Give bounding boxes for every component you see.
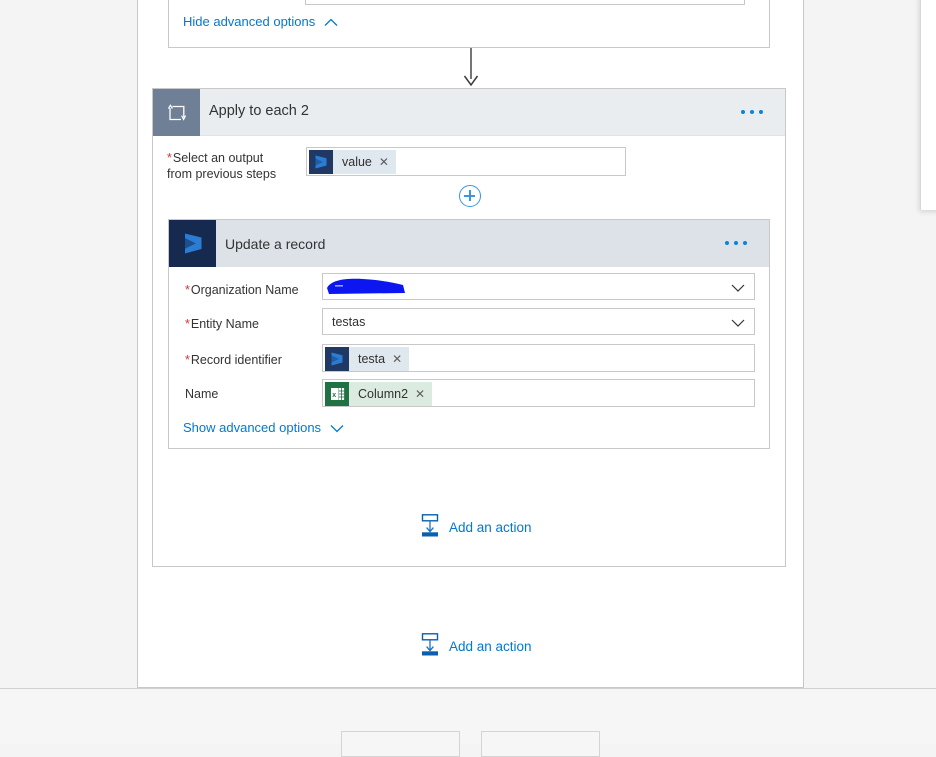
ellipsis-dot — [750, 110, 754, 114]
excel-icon: x — [325, 382, 349, 406]
add-an-action-inner[interactable]: Add an action — [420, 514, 532, 540]
previous-action-card: Hide advanced options — [168, 0, 770, 48]
token-testa-text: testa — [358, 352, 386, 366]
required-asterisk: * — [167, 151, 172, 165]
show-advanced-options-label: Show advanced options — [183, 420, 322, 435]
bottom-button-2[interactable] — [481, 731, 600, 757]
close-icon[interactable]: ✕ — [379, 156, 389, 168]
entity-name-dropdown[interactable]: testas — [322, 308, 755, 335]
dynamics365-icon — [309, 150, 333, 174]
apply-to-each-menu-button[interactable] — [741, 110, 763, 114]
name-input[interactable]: x Column2 ✕ — [322, 379, 755, 407]
token-column2[interactable]: x Column2 ✕ — [325, 382, 433, 406]
required-asterisk: * — [185, 317, 190, 331]
bottom-button-1[interactable] — [341, 731, 460, 757]
chevron-down-icon[interactable] — [731, 316, 745, 329]
entity-name-label: *Entity Name — [185, 317, 259, 331]
hide-advanced-options-label: Hide advanced options — [183, 14, 316, 29]
ellipsis-dot — [741, 110, 745, 114]
svg-text:x: x — [332, 392, 336, 399]
apply-to-each-header[interactable]: Apply to each 2 — [153, 89, 785, 136]
organization-name-redaction — [325, 276, 407, 295]
add-an-action-inner-label: Add an action — [449, 519, 532, 535]
ellipsis-dot — [725, 241, 729, 245]
ellipsis-dot — [759, 110, 763, 114]
token-testa[interactable]: testa ✕ — [325, 347, 410, 371]
add-an-action-outer-label: Add an action — [449, 638, 532, 654]
show-advanced-options-toggle[interactable]: Show advanced options — [183, 420, 344, 436]
token-value[interactable]: value ✕ — [309, 150, 396, 174]
right-side-panel — [920, 0, 936, 210]
token-column2-body: Column2 ✕ — [349, 382, 433, 406]
record-identifier-input[interactable]: testa ✕ — [322, 344, 755, 372]
update-a-record-header[interactable]: Update a record — [169, 220, 769, 267]
ellipsis-dot — [734, 241, 738, 245]
dynamics365-icon — [325, 347, 349, 371]
select-output-input[interactable]: value ✕ — [306, 147, 626, 176]
hide-advanced-options-toggle[interactable]: Hide advanced options — [183, 14, 338, 30]
add-an-action-icon — [420, 633, 440, 659]
add-dynamic-content-button[interactable] — [459, 185, 481, 207]
token-value-text: value — [342, 155, 372, 169]
chevron-up-icon — [324, 15, 338, 30]
token-testa-body: testa ✕ — [349, 347, 410, 371]
ellipsis-dot — [743, 241, 747, 245]
update-a-record-card: Update a record *Organization Name *Enti… — [168, 219, 770, 449]
token-column2-text: Column2 — [358, 387, 409, 401]
loop-foreach-icon — [153, 89, 200, 136]
previous-action-input[interactable] — [305, 0, 745, 5]
add-an-action-icon — [420, 514, 440, 540]
close-icon[interactable]: ✕ — [392, 353, 402, 365]
organization-name-label: *Organization Name — [185, 283, 299, 297]
update-a-record-title: Update a record — [225, 236, 326, 252]
token-value-body: value ✕ — [333, 150, 396, 174]
connector-arrow — [462, 48, 480, 88]
record-identifier-label: *Record identifier — [185, 353, 282, 367]
close-icon[interactable]: ✕ — [415, 388, 425, 400]
name-label: Name — [185, 387, 219, 401]
required-asterisk: * — [185, 283, 190, 297]
update-a-record-menu-button[interactable] — [725, 241, 747, 245]
required-asterisk: * — [185, 353, 190, 367]
chevron-down-icon — [330, 421, 344, 436]
apply-to-each-title: Apply to each 2 — [209, 103, 309, 119]
chevron-down-icon[interactable] — [731, 281, 745, 294]
bottom-command-bar — [0, 688, 936, 757]
dynamics365-icon — [169, 220, 216, 267]
entity-name-value: testas — [332, 315, 366, 329]
add-an-action-outer[interactable]: Add an action — [420, 633, 532, 659]
select-output-label: *Select an output from previous steps — [167, 151, 277, 181]
organization-name-dropdown[interactable] — [322, 273, 755, 300]
